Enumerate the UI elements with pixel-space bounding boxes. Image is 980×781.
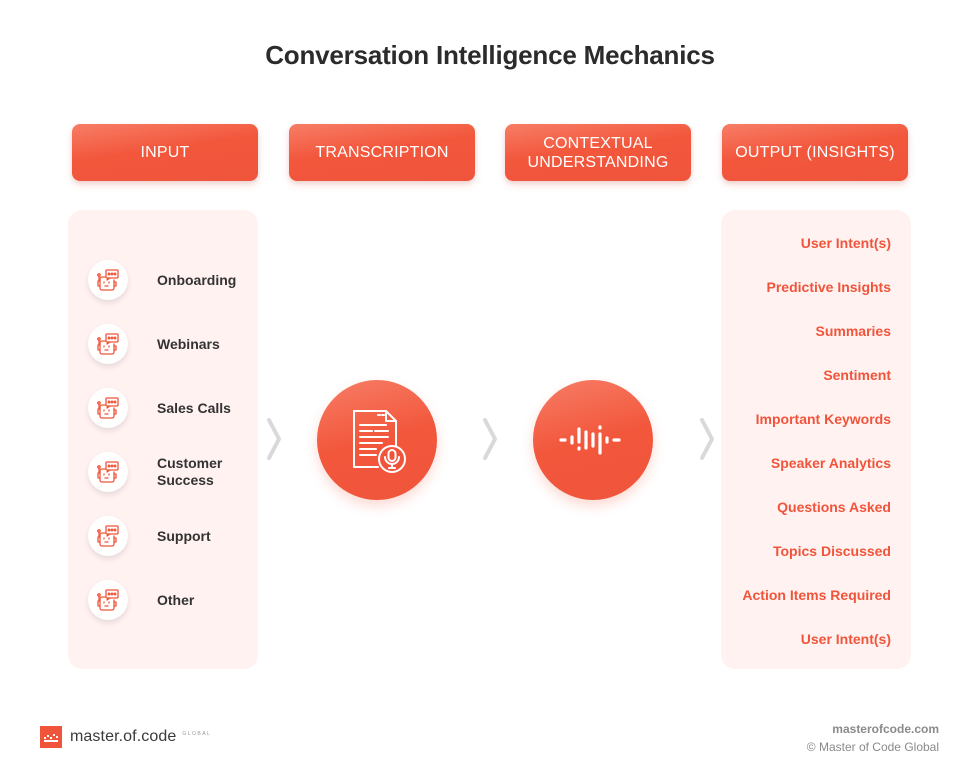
input-label: Other — [157, 591, 195, 608]
footer-site-link[interactable]: masterofcode.com — [807, 721, 939, 737]
input-item-customer-success: Customer Success — [88, 452, 258, 492]
output-item: Sentiment — [823, 367, 891, 383]
stage-contextual-understanding: CONTEXTUAL UNDERSTANDING — [505, 124, 691, 181]
stage-input: INPUT — [72, 124, 258, 181]
output-panel: User Intent(s) Predictive Insights Summa… — [721, 210, 911, 669]
input-label: Sales Calls — [157, 399, 231, 416]
page-title: Conversation Intelligence Mechanics — [265, 40, 715, 70]
footer-credits: masterofcode.com © Master of Code Global — [807, 721, 939, 756]
input-label: Customer Success — [157, 455, 223, 488]
stage-label: CONTEXTUAL UNDERSTANDING — [527, 134, 669, 171]
chevron-right-icon — [267, 418, 281, 460]
chevron-right-icon — [700, 418, 714, 460]
stage-transcription: TRANSCRIPTION — [289, 124, 475, 181]
logo-subtext: GLOBAL — [182, 731, 212, 737]
input-label: Support — [157, 527, 211, 544]
transcription-circle — [317, 380, 437, 500]
stage-label: INPUT — [140, 144, 190, 161]
stage-label: TRANSCRIPTION — [315, 144, 449, 161]
input-label: Onboarding — [157, 271, 237, 288]
footer-copyright: © Master of Code Global — [806, 740, 939, 754]
input-item-sales-calls: Sales Calls — [88, 388, 258, 428]
output-item: Summaries — [815, 323, 891, 339]
output-item: User Intent(s) — [800, 235, 891, 251]
output-item: User Intent(s) — [800, 631, 891, 647]
logo-text: master.of.code — [70, 728, 177, 745]
input-panel: Onboarding Webinars Sales Calls Customer… — [68, 210, 258, 669]
input-item-onboarding: Onboarding — [88, 260, 258, 300]
output-item: Predictive Insights — [766, 279, 891, 295]
stage-output: OUTPUT (INSIGHTS) — [722, 124, 908, 181]
chatbot-icon — [88, 516, 128, 556]
chatbot-icon — [88, 580, 128, 620]
output-item: Questions Asked — [777, 499, 891, 515]
input-item-other: Other — [88, 580, 258, 620]
output-item: Topics Discussed — [772, 543, 891, 559]
chatbot-icon — [88, 324, 128, 364]
chatbot-icon — [88, 388, 128, 428]
output-item: Speaker Analytics — [770, 455, 891, 471]
chevron-right-icon — [483, 418, 497, 460]
chatbot-icon — [88, 260, 128, 300]
input-label: Webinars — [157, 335, 220, 352]
input-item-support: Support — [88, 516, 258, 556]
sound-wave-icon — [559, 425, 621, 455]
chatbot-icon — [88, 452, 128, 492]
stage-label: OUTPUT (INSIGHTS) — [735, 144, 895, 161]
logo-mark-icon — [40, 726, 62, 748]
document-microphone-icon — [353, 410, 406, 473]
brand-logo: master.of.code GLOBAL — [40, 726, 211, 748]
output-item: Action Items Required — [742, 587, 891, 603]
understanding-circle — [533, 380, 653, 500]
input-item-webinars: Webinars — [88, 324, 258, 364]
output-item: Important Keywords — [755, 411, 891, 427]
